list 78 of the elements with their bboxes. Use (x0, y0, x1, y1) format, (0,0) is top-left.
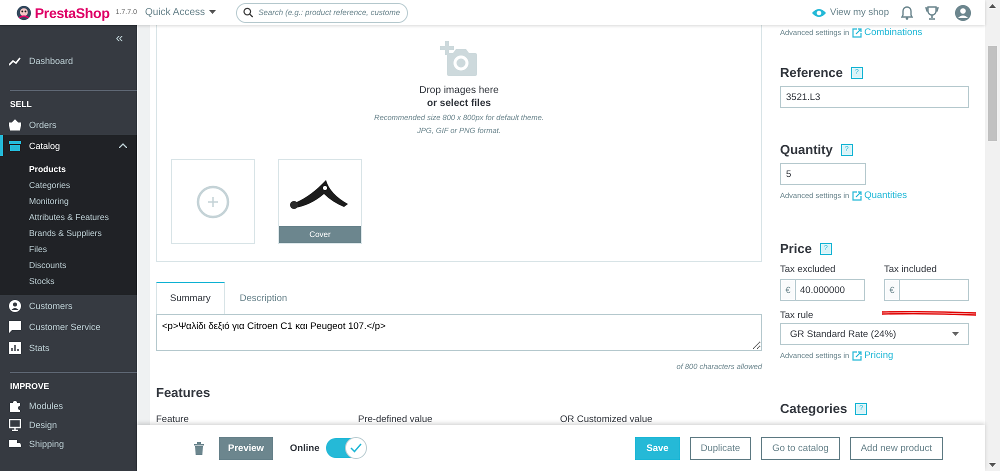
chart-icon (9, 342, 21, 354)
online-toggle[interactable] (326, 438, 366, 458)
user-avatar-icon[interactable] (955, 4, 971, 20)
action-button[interactable]: Go to catalog (761, 436, 840, 460)
external-link-icon (852, 190, 862, 200)
select-files-link[interactable]: or select files (427, 98, 491, 109)
caret-icon (209, 10, 216, 15)
add-image-tile[interactable] (171, 159, 255, 244)
sidebar-item[interactable]: Customer Service (0, 316, 137, 337)
sidebar-item[interactable]: Shipping (0, 434, 137, 453)
editor-tab[interactable]: Summary (156, 282, 225, 314)
sidebar-heading: IMPROVE (9, 380, 50, 393)
section-title: Categories (780, 401, 848, 416)
submenu-item[interactable]: Products (0, 161, 137, 177)
price-field[interactable]: € 40.000000 (780, 279, 865, 301)
sidebar-item[interactable]: Stats (0, 337, 137, 358)
field-label: Tax rule (780, 310, 814, 321)
field-label: Tax excluded (780, 264, 836, 275)
bell-icon[interactable] (901, 6, 913, 20)
reference-field[interactable]: 3521.L3 (780, 86, 969, 108)
action-button[interactable]: Duplicate (690, 436, 752, 460)
trend-icon (9, 54, 21, 66)
summary-field[interactable]: <p>Ψαλίδι δεξιό για Citroen C1 και Peugeot 107.</p> (156, 314, 762, 351)
submenu-item[interactable]: Monitoring (0, 193, 137, 209)
column-header: OR Customized value (560, 414, 654, 425)
price-field[interactable]: € (884, 279, 969, 301)
field-label: Tax included (884, 264, 938, 275)
quick-access-menu[interactable]: Quick Access (145, 7, 216, 18)
scroll-up-icon[interactable] (989, 4, 996, 8)
sidebar-item[interactable]: Catalog (0, 135, 137, 156)
column-header: Feature (156, 414, 190, 425)
external-link-icon (852, 28, 862, 38)
quantity-field[interactable]: 5 (780, 163, 866, 185)
search-icon (243, 7, 254, 18)
submenu-item[interactable]: Stocks (0, 273, 137, 289)
submenu-item[interactable]: Attributes & Features (0, 209, 137, 225)
external-link-icon (852, 350, 862, 360)
section-title: Price (780, 241, 812, 256)
drop-text: Drop images here (419, 85, 499, 96)
column-header: Pre-defined value (358, 414, 434, 425)
online-label: Online (290, 442, 320, 454)
puzzle-icon (9, 400, 21, 412)
sidebar-item[interactable]: Orders (0, 114, 137, 135)
sidebar-item[interactable]: Modules (0, 396, 137, 415)
sidebar-item[interactable]: Design (0, 415, 137, 434)
trash-icon[interactable] (194, 442, 204, 454)
section-title: Features (156, 385, 212, 400)
scroll-down-icon[interactable] (989, 463, 996, 467)
submenu-item[interactable]: Categories (0, 177, 137, 193)
collapse-button[interactable]: « (116, 30, 123, 45)
caret-icon (952, 332, 959, 336)
trophy-icon[interactable] (925, 6, 939, 20)
section-title: Reference (780, 65, 843, 80)
chat-icon (9, 320, 21, 332)
scrollbar[interactable] (985, 0, 1000, 471)
preview-button[interactable]: Preview (219, 436, 273, 460)
section-title: Quantity (780, 142, 833, 157)
editor-tab[interactable]: Description (224, 282, 302, 314)
tax-rule-dropdown[interactable]: GR Standard Rate (24%) (780, 323, 969, 345)
product-image-tile[interactable]: Cover (278, 159, 362, 244)
action-button[interactable]: Add new product (850, 436, 943, 460)
sidebar-item[interactable]: Dashboard (0, 50, 137, 71)
sidebar-item[interactable]: Customers (0, 295, 137, 316)
cover-label: Cover (279, 226, 361, 243)
add-camera-icon (439, 41, 479, 77)
scrollbar-thumb[interactable] (988, 46, 997, 141)
submenu-item[interactable]: Discounts (0, 257, 137, 273)
submenu-item[interactable]: Files (0, 241, 137, 257)
view-my-shop-link[interactable]: View my shop (812, 7, 889, 18)
eye-icon (812, 8, 826, 18)
submenu-item[interactable]: Brands & Suppliers (0, 225, 137, 241)
checkmark-icon (350, 443, 362, 453)
person-icon (9, 300, 21, 312)
logo-text: PrestaShop (34, 4, 110, 20)
monitor-icon (9, 418, 21, 430)
basket-icon (9, 118, 21, 130)
sidebar-heading: SELL (9, 98, 33, 111)
plus-circle-icon (196, 184, 230, 218)
